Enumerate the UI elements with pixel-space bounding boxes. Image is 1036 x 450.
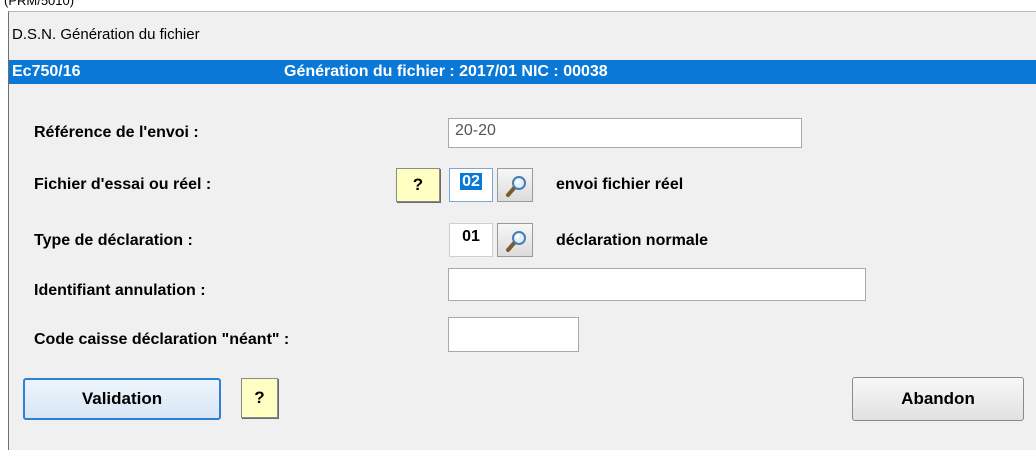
help-button[interactable]: ? bbox=[241, 378, 278, 418]
type-declaration-description: déclaration normale bbox=[556, 232, 709, 249]
magnifier-icon bbox=[506, 231, 526, 252]
header-band: Ec750/16 Génération du fichier : 2017/01… bbox=[9, 60, 1036, 84]
type-declaration-lookup-button[interactable] bbox=[497, 223, 533, 257]
magnifier-icon bbox=[506, 176, 526, 197]
fichier-lookup-button[interactable] bbox=[497, 168, 533, 202]
code-caisse-label: Code caisse déclaration "néant" : bbox=[34, 331, 290, 348]
header-info: Génération du fichier : 2017/01 NIC : 00… bbox=[284, 63, 608, 80]
fichier-help-button[interactable]: ? bbox=[396, 168, 440, 202]
abandon-button[interactable]: Abandon bbox=[852, 377, 1024, 421]
fichier-code-value: 02 bbox=[460, 173, 482, 190]
validation-button[interactable]: Validation bbox=[23, 378, 221, 420]
dialog-window: D.S.N. Génération du fichier Ec750/16 Gé… bbox=[8, 11, 1036, 450]
code-caisse-field[interactable] bbox=[448, 317, 579, 352]
window-title: D.S.N. Génération du fichier bbox=[12, 26, 200, 43]
identifiant-annulation-label: Identifiant annulation : bbox=[34, 282, 206, 299]
type-declaration-label: Type de déclaration : bbox=[34, 232, 193, 249]
top-caption: (PRM/5010) bbox=[4, 0, 75, 8]
identifiant-annulation-field[interactable] bbox=[448, 268, 866, 301]
type-declaration-code-value: 01 bbox=[462, 228, 480, 245]
reference-label: Référence de l'envoi : bbox=[34, 124, 199, 141]
fichier-label: Fichier d'essai ou réel : bbox=[34, 176, 212, 193]
type-declaration-code-field[interactable]: 01 bbox=[449, 223, 493, 257]
fichier-description: envoi fichier réel bbox=[556, 176, 684, 193]
fichier-code-field[interactable]: 02 bbox=[449, 168, 493, 202]
title-bar: D.S.N. Génération du fichier bbox=[9, 12, 1036, 59]
screen-code: Ec750/16 bbox=[12, 63, 81, 80]
reference-field[interactable]: 20-20 bbox=[448, 118, 802, 148]
